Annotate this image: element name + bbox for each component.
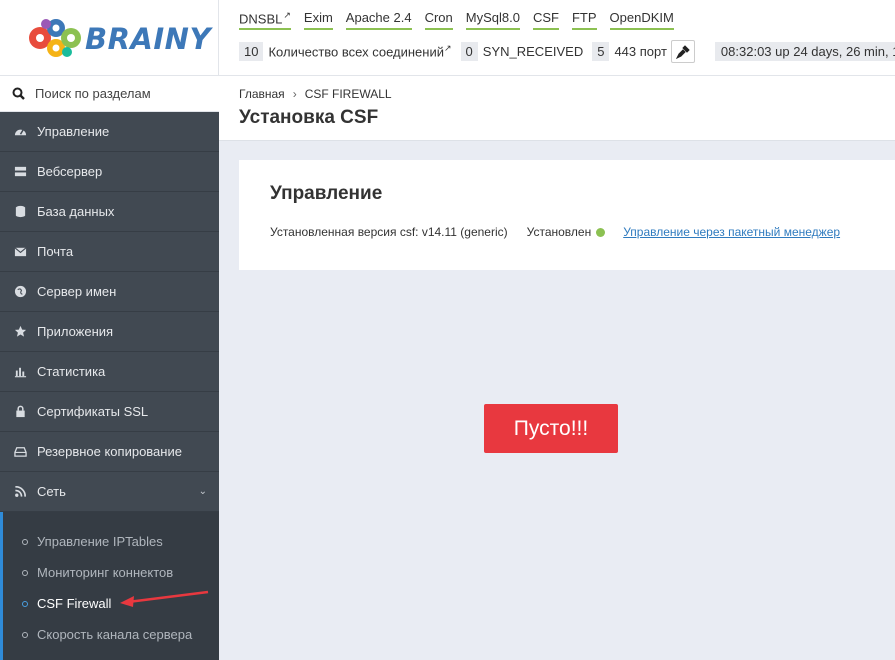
sidebar-search: [0, 76, 219, 112]
search-icon: [12, 87, 25, 100]
status-text: Установлен: [526, 225, 592, 239]
sidebar-item-network[interactable]: Сеть ⌄: [0, 472, 219, 512]
stat-count: 10: [239, 42, 264, 61]
tachometer-icon: [13, 125, 27, 139]
circle-icon: [22, 538, 28, 545]
sidebar-item-webserver[interactable]: Вебсервер: [0, 152, 219, 192]
sidebar-item-database[interactable]: База данных: [0, 192, 219, 232]
service-link-label: Apache 2.4: [345, 10, 412, 25]
package-manager-link[interactable]: Управление через пакетный менеджер: [623, 225, 840, 239]
sidebar-item-ssl[interactable]: Сертификаты SSL: [0, 392, 219, 432]
sidebar-item-label: База данных: [37, 204, 115, 219]
service-link-exim[interactable]: Exim: [303, 10, 333, 31]
sidebar-item-label: Сертификаты SSL: [37, 404, 149, 419]
submenu-item-label: Мониторинг коннектов: [37, 565, 174, 580]
stat-label[interactable]: SYN_RECEIVED: [483, 44, 583, 59]
sidebar: Управление Вебсервер База данных Почта Серве…: [0, 76, 219, 660]
service-link-opendkim[interactable]: OpenDKIM: [609, 10, 674, 31]
external-link-icon: ↗: [283, 10, 291, 20]
submenu-item-label: CSF Firewall: [37, 596, 112, 611]
server-icon: [13, 165, 27, 179]
connection-stats: 10 Количество всех соединений↗ 0 SYN_RECEIV…: [239, 40, 895, 63]
stat-label[interactable]: 443 порт: [614, 44, 666, 59]
sidebar-menu: Управление Вебсервер База данных Почта Серве…: [0, 112, 219, 512]
sidebar-item-label: Вебсервер: [37, 164, 103, 179]
card-status-row: Установленная версия csf: v14.11 (generi…: [270, 225, 840, 239]
database-icon: [13, 205, 27, 219]
breadcrumb: Главная › CSF FIREWALL: [239, 87, 392, 101]
uptime-text: 08:32:03 up 24 days, 26 min, 1 user: [714, 42, 895, 61]
stat-label-text: 443 порт: [614, 44, 667, 59]
service-link-ftp[interactable]: FTP: [571, 10, 597, 31]
sidebar-item-label: Сервер имен: [37, 284, 117, 299]
chevron-down-icon[interactable]: ⌄: [199, 486, 207, 497]
service-link-label: OpenDKIM: [609, 10, 674, 25]
logo[interactable]: BRAINY: [0, 0, 219, 76]
sidebar-item-label: Приложения: [37, 324, 114, 339]
chevron-right-icon: ›: [292, 87, 297, 101]
circle-icon: [22, 569, 28, 576]
star-icon: [13, 325, 27, 339]
red-arrow-icon: [120, 590, 209, 607]
sidebar-item-dashboard[interactable]: Управление: [0, 112, 219, 152]
sidebar-item-stats[interactable]: Статистика: [0, 352, 219, 392]
sidebar-item-label: Резервное копирование: [37, 444, 182, 459]
service-link-label: FTP: [571, 10, 597, 25]
status-dot-icon: [596, 227, 606, 237]
gears-logo-icon: [29, 19, 81, 57]
submenu-item-label: Скорость канала сервера: [37, 627, 193, 642]
page-title: Установка CSF: [239, 107, 379, 128]
globe-icon: [13, 285, 27, 299]
sidebar-item-dns[interactable]: Сервер имен: [0, 272, 219, 312]
stat-count: 0: [460, 42, 478, 61]
submenu-item[interactable]: Управление IPTables: [3, 526, 219, 557]
breadcrumb-current: CSF FIREWALL: [304, 87, 392, 101]
breadcrumb-home[interactable]: Главная: [239, 87, 285, 101]
sidebar-item-label: Статистика: [37, 364, 106, 379]
sidebar-item-label: Сеть: [37, 484, 66, 499]
service-link-label: DNSBL: [239, 11, 283, 27]
circle-icon: [22, 600, 28, 607]
service-link-cron[interactable]: Cron: [424, 10, 453, 31]
service-link-mysql8-0[interactable]: MySql8.0: [465, 10, 520, 31]
service-link-apache-2-4[interactable]: Apache 2.4: [345, 10, 412, 31]
empty-button[interactable]: Пусто!!!: [484, 404, 618, 453]
rss-icon: [13, 485, 27, 499]
service-link-label: CSF: [532, 10, 559, 25]
sidebar-item-backup[interactable]: Резервное копирование: [0, 432, 219, 472]
service-link-label: Cron: [424, 10, 453, 25]
top-bar: BRAINY DNSBL↗ Exim Apache 2.4 Cron MySql8.0 C…: [0, 0, 895, 76]
plug-icon[interactable]: [670, 40, 695, 63]
search-input[interactable]: [35, 86, 205, 101]
page-header: Главная › CSF FIREWALL Установка CSF: [219, 76, 895, 141]
stat-label[interactable]: Количество всех соединений↗: [268, 43, 451, 59]
submenu-item[interactable]: Мониторинг коннектов: [3, 557, 219, 588]
service-link-label: MySql8.0: [465, 10, 520, 25]
service-link-dnsbl[interactable]: DNSBL↗: [239, 10, 291, 31]
sidebar-item-label: Почта: [37, 244, 74, 259]
management-card: Управление Установленная версия csf: v14…: [239, 160, 895, 270]
stat-label-text: SYN_RECEIVED: [482, 44, 584, 59]
service-link-csf[interactable]: CSF: [532, 10, 559, 31]
lock-icon: [13, 405, 27, 419]
bar-chart-icon: [13, 365, 27, 379]
brand-name: BRAINY: [85, 22, 211, 56]
envelope-icon: [13, 245, 27, 259]
submenu-item-label: Управление IPTables: [37, 534, 163, 549]
external-link-icon: ↗: [444, 43, 452, 54]
stat-count: 5: [592, 42, 610, 61]
sidebar-item-apps[interactable]: Приложения: [0, 312, 219, 352]
service-link-label: Exim: [303, 10, 333, 25]
sidebar-item-mail[interactable]: Почта: [0, 232, 219, 272]
submenu-item[interactable]: Скорость канала сервера: [3, 619, 219, 650]
card-title: Управление: [270, 183, 383, 204]
service-links: DNSBL↗ Exim Apache 2.4 Cron MySql8.0 CSF FTP Op…: [239, 10, 674, 31]
version-text: Установленная версия csf: v14.11 (generi…: [270, 225, 508, 239]
circle-icon: [22, 631, 28, 638]
sidebar-item-label: Управление: [37, 124, 110, 139]
hdd-icon: [13, 445, 27, 459]
network-submenu: Управление IPTables Мониторинг коннектов C…: [0, 512, 219, 660]
stat-label-text: Количество всех соединений: [268, 44, 444, 60]
